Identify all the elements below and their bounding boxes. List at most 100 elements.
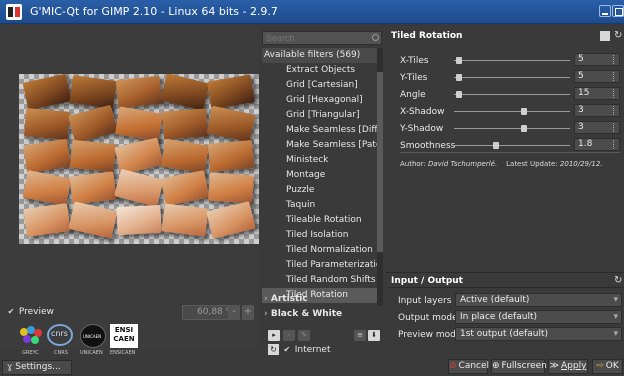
filter-item[interactable]: Tiled Parameterization — [262, 258, 377, 273]
y-shadow-spinbox[interactable]: 3 — [574, 121, 620, 134]
ok-button[interactable]: ⇨ OK — [592, 359, 623, 374]
author-note: Author: David Tschumperlé. Latest Update… — [400, 160, 603, 168]
param-label: Angle — [400, 90, 426, 100]
param-label: Y-Shadow — [400, 124, 444, 134]
zoom-out-button[interactable]: - — [228, 305, 240, 320]
x-shadow-slider[interactable] — [454, 111, 570, 112]
divider — [388, 287, 624, 288]
filter-item[interactable]: Tileable Rotation — [262, 213, 377, 228]
preview-tile — [160, 74, 210, 111]
angle-slider[interactable] — [454, 94, 570, 95]
update-filters-icon[interactable]: ⬇ — [368, 330, 380, 341]
preview-tile — [208, 172, 254, 204]
filter-item[interactable]: Ministeck — [262, 153, 377, 168]
filter-item[interactable]: Tiled Normalization — [262, 243, 377, 258]
fullscreen-icon: ⊕ — [492, 361, 500, 371]
input-layers-label: Input layers — [398, 296, 452, 306]
filter-item[interactable]: Grid [Hexagonal] — [262, 93, 377, 108]
expand-collapse-icon[interactable]: ≡ — [354, 330, 366, 341]
search-input[interactable] — [262, 31, 382, 45]
app-icon — [6, 4, 22, 20]
slider-handle[interactable] — [455, 91, 462, 98]
slider-handle[interactable] — [520, 125, 527, 132]
cancel-button[interactable]: ⊘ Cancel — [448, 359, 489, 374]
search-icon — [372, 34, 379, 41]
settings-button[interactable]: ɣ Settings... — [2, 360, 72, 375]
output-mode-select[interactable]: In place (default) — [455, 310, 622, 324]
preview-tile — [114, 106, 164, 142]
preview-tile — [161, 138, 209, 174]
reset-io-icon[interactable]: ↻ — [614, 276, 622, 286]
param-label: Y-Tiles — [400, 73, 428, 83]
slider-handle[interactable] — [520, 108, 527, 115]
internet-checkbox[interactable]: ↻ ✔ Internet — [268, 344, 331, 355]
smoothness-spinbox[interactable]: 1.8 — [574, 138, 620, 151]
window-title: G'MIC-Qt for GIMP 2.10 - Linux 64 bits -… — [30, 5, 278, 18]
filter-item[interactable]: Montage — [262, 168, 377, 183]
slider-handle[interactable] — [455, 57, 462, 64]
preview-tile — [115, 75, 163, 109]
preview-tile — [207, 140, 255, 172]
preview-tile — [206, 74, 256, 110]
maximize-button[interactable] — [612, 5, 624, 17]
filter-item[interactable]: Puzzle — [262, 183, 377, 198]
smoothness-slider[interactable] — [454, 145, 570, 146]
x-tiles-spinbox[interactable]: 5 — [574, 53, 620, 66]
y-shadow-slider[interactable] — [454, 128, 570, 129]
filter-tree[interactable]: Available filters (569) Extract Objects … — [262, 48, 380, 306]
preview-tile — [160, 170, 210, 206]
preview-tile — [68, 104, 118, 144]
ensicaen-caption: ENSICAEN — [110, 350, 136, 356]
x-tiles-slider[interactable] — [454, 60, 570, 61]
preview-tile — [162, 108, 208, 140]
filter-item[interactable]: Make Seamless [Diffusion] — [262, 123, 377, 138]
copy-command-icon[interactable] — [600, 31, 610, 41]
apply-button[interactable]: ≫ Apply — [548, 359, 588, 374]
y-tiles-spinbox[interactable]: 5 — [574, 70, 620, 83]
preview-mode-select[interactable]: 1st output (default) — [455, 327, 622, 341]
preview-tile — [206, 201, 256, 239]
wrench-icon: ɣ — [7, 362, 13, 372]
filter-item[interactable]: Extract Objects — [262, 63, 377, 78]
preview-tile — [116, 204, 162, 236]
add-fave-icon[interactable]: ▸ — [268, 330, 280, 341]
preview-tile — [69, 171, 117, 205]
rename-fave-icon[interactable]: ✎ — [298, 330, 310, 341]
param-label: X-Shadow — [400, 107, 445, 117]
reset-params-icon[interactable]: ↻ — [614, 31, 624, 41]
filter-tree-header: Available filters (569) — [262, 48, 377, 63]
divider — [400, 152, 620, 153]
zoom-in-button[interactable]: + — [242, 305, 254, 320]
preview-tile — [23, 203, 71, 237]
preview-tile — [68, 201, 118, 239]
category-artistic[interactable]: › Artistic — [264, 292, 379, 307]
preview-checkbox[interactable]: ✔ Preview — [6, 307, 54, 317]
x-shadow-spinbox[interactable]: 3 — [574, 104, 620, 117]
y-tiles-slider[interactable] — [454, 77, 570, 78]
refresh-icon: ↻ — [268, 344, 279, 355]
minimize-button[interactable] — [599, 5, 611, 17]
preview-image[interactable] — [19, 74, 259, 244]
tree-scroll-thumb[interactable] — [377, 72, 383, 252]
cnrs-caption: CNRS — [54, 350, 68, 356]
filter-item[interactable]: Tiled Isolation — [262, 228, 377, 243]
chevron-right-icon: › — [264, 309, 268, 319]
io-title: Input / Output — [391, 276, 463, 286]
slider-handle[interactable] — [492, 142, 499, 149]
preview-tile — [22, 170, 72, 206]
filter-item[interactable]: Grid [Cartesian] — [262, 78, 377, 93]
filter-item[interactable]: Grid [Triangular] — [262, 108, 377, 123]
ensicaen-logo: ENSI CAEN — [110, 324, 138, 348]
unicaen-caption: UNICAEN — [80, 350, 103, 356]
input-layers-select[interactable]: Active (default) — [455, 293, 622, 307]
filter-item[interactable]: Taquin — [262, 198, 377, 213]
slider-handle[interactable] — [455, 74, 462, 81]
internet-label: Internet — [294, 345, 331, 355]
fullscreen-button[interactable]: ⊕ Fullscreen — [491, 359, 547, 374]
category-black-white[interactable]: › Black & White — [264, 307, 379, 322]
angle-spinbox[interactable]: 15 — [574, 87, 620, 100]
remove-fave-icon[interactable]: - — [283, 330, 295, 341]
ok-icon: ⇨ — [596, 361, 604, 371]
filter-item[interactable]: Tiled Random Shifts — [262, 273, 377, 288]
filter-item[interactable]: Make Seamless [Patch-Based] — [262, 138, 377, 153]
